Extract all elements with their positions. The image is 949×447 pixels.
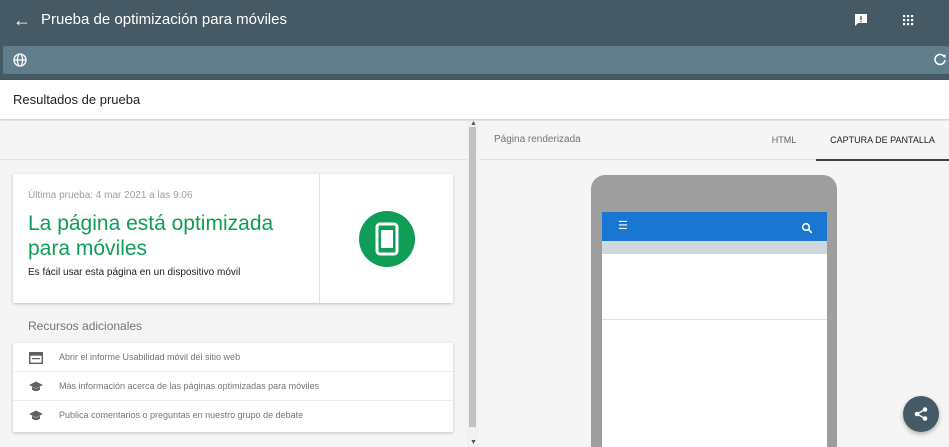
divider bbox=[319, 174, 320, 303]
scroll-down-icon[interactable]: ▼ bbox=[470, 439, 477, 447]
globe-icon bbox=[12, 52, 28, 68]
report-icon bbox=[28, 351, 44, 365]
search-icon bbox=[801, 221, 813, 234]
url-bar bbox=[3, 46, 949, 74]
resource-item-usability-report[interactable]: Abrir el informe Usabilidad móvil del si… bbox=[13, 343, 453, 372]
divider bbox=[602, 319, 827, 320]
top-app-bar: ← Prueba de optimización para móviles bbox=[0, 0, 949, 80]
tab-html[interactable]: HTML bbox=[752, 121, 816, 160]
page-title: Prueba de optimización para móviles bbox=[41, 11, 287, 28]
result-description: Es fácil usar esta página en un disposit… bbox=[28, 267, 241, 278]
apps-grid-icon[interactable] bbox=[898, 10, 918, 30]
arrow-back-icon[interactable]: ← bbox=[12, 8, 32, 32]
feedback-icon[interactable] bbox=[851, 10, 871, 30]
hamburger-menu-icon: ☰ bbox=[618, 220, 628, 232]
last-test-date: Última prueba: 4 mar 2021 a las 9:06 bbox=[28, 190, 193, 201]
school-icon bbox=[29, 380, 43, 392]
preview-strip bbox=[602, 241, 827, 254]
school-icon bbox=[29, 409, 43, 421]
result-headline: La página está optimizada para móviles bbox=[28, 212, 274, 260]
url-input[interactable] bbox=[35, 49, 915, 71]
active-tab-indicator bbox=[816, 159, 949, 161]
preview-app-bar: ☰ bbox=[602, 212, 827, 241]
tab-screenshot-label: CAPTURA DE PANTALLA bbox=[830, 135, 935, 145]
preview-tabs: Página renderizada HTML CAPTURA DE PANTA… bbox=[479, 121, 949, 161]
resource-item-label: Abrir el informe Usabilidad móvil del si… bbox=[59, 352, 241, 362]
scrollbar-thumb[interactable] bbox=[469, 127, 476, 427]
result-card: Última prueba: 4 mar 2021 a las 9:06 La … bbox=[13, 174, 453, 303]
resources-title: Recursos adicionales bbox=[28, 319, 143, 333]
divider bbox=[0, 159, 467, 160]
results-header: Resultados de prueba bbox=[0, 80, 949, 120]
rendered-page-label: Página renderizada bbox=[494, 134, 581, 145]
reload-icon[interactable] bbox=[932, 52, 948, 68]
share-icon bbox=[914, 407, 928, 421]
left-pane-scrollbar[interactable]: ▲ ▼ bbox=[467, 120, 479, 447]
resource-item-discussion-group[interactable]: Publica comentarios o preguntas en nuest… bbox=[13, 401, 453, 430]
phone-screenshot: ☰ bbox=[602, 212, 827, 447]
resource-item-label: Publica comentarios o preguntas en nuest… bbox=[59, 410, 304, 420]
resource-item-learn-more[interactable]: Más información acerca de las páginas op… bbox=[13, 372, 453, 401]
mobile-phone-icon bbox=[359, 211, 415, 267]
results-title: Resultados de prueba bbox=[13, 92, 141, 107]
resource-item-label: Más información acerca de las páginas op… bbox=[59, 381, 320, 391]
resources-list: Abrir el informe Usabilidad móvil del si… bbox=[13, 343, 453, 432]
tab-screenshot[interactable]: CAPTURA DE PANTALLA bbox=[816, 121, 949, 161]
share-button[interactable] bbox=[903, 396, 939, 432]
